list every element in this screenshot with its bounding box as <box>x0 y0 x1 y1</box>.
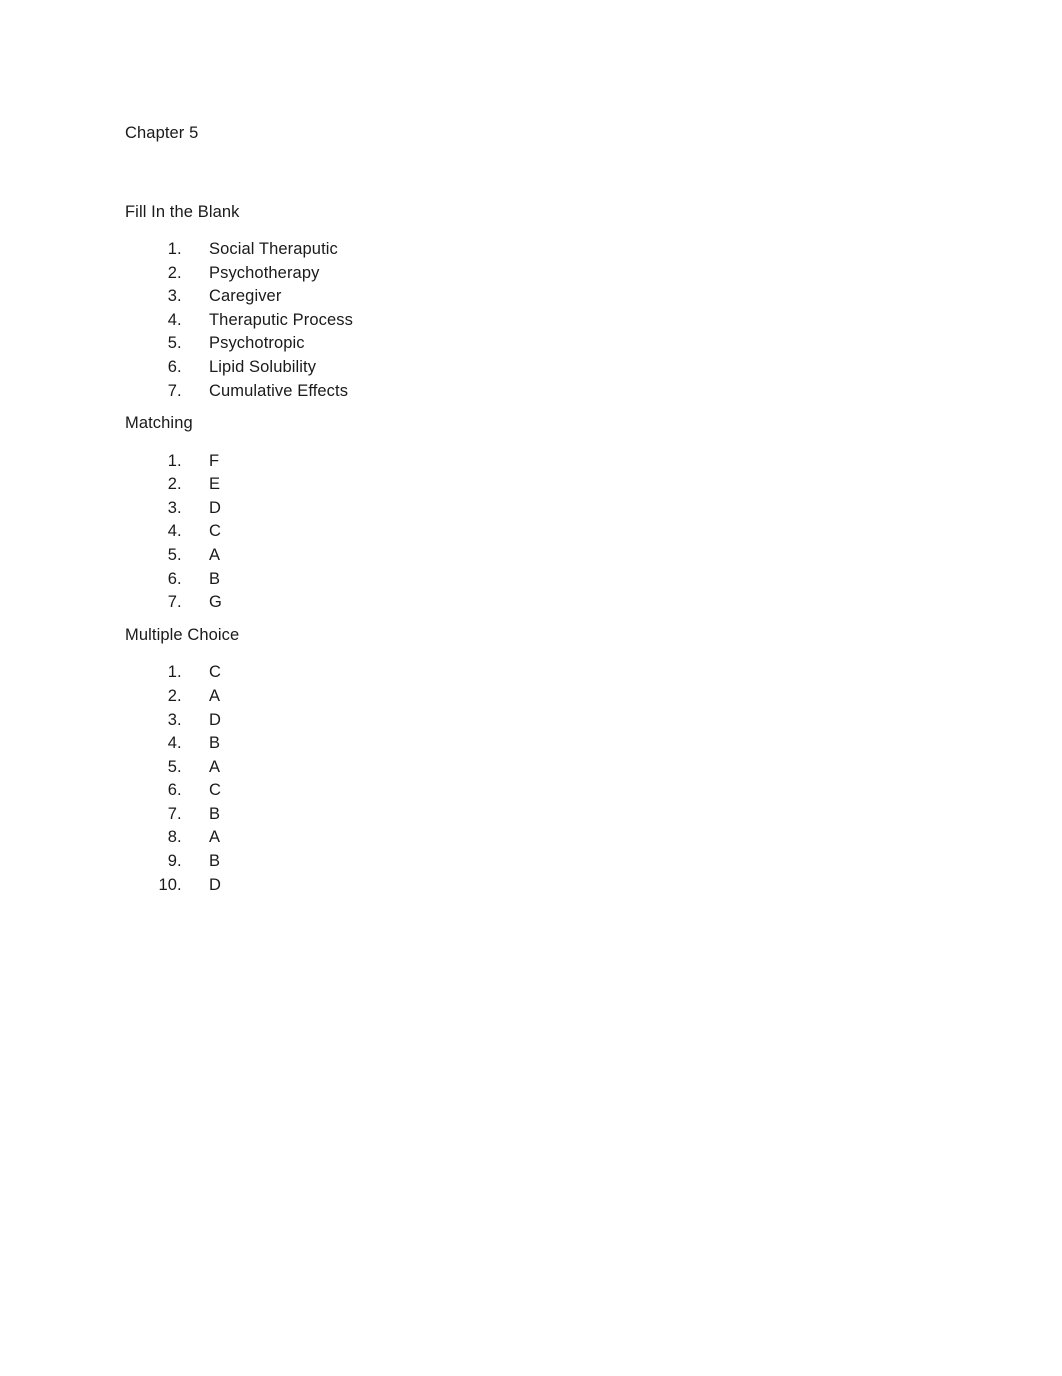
list-item-label: Cumulative Effects <box>209 381 349 400</box>
list-item-label: G <box>209 593 222 612</box>
list-item-label: C <box>209 781 222 800</box>
list-item: 3. D <box>125 709 937 733</box>
list-item-label: F <box>209 451 220 470</box>
list-item-label: A <box>209 828 221 847</box>
section-matching: Matching 1. F 2. E 3. D 4. C 5. A 6. B 7. G <box>125 412 937 615</box>
list-item-number: 7. <box>167 593 182 612</box>
list-item-number: 10. <box>158 875 182 894</box>
list-item-label: A <box>209 757 221 776</box>
page-title: Chapter 5 <box>125 124 199 142</box>
list-item-number: 9. <box>167 852 182 871</box>
list-item-number: 1. <box>167 451 182 470</box>
list-item-number: 3. <box>167 498 182 517</box>
list-item: 4. C <box>125 520 937 544</box>
list-item: 2. A <box>125 685 937 709</box>
list-item-number: 3. <box>167 287 182 306</box>
list-item-number: 1. <box>167 240 182 258</box>
list-item-label: A <box>209 546 221 565</box>
list-item: 3. Caregiver <box>125 285 937 309</box>
list-item-number: 7. <box>167 381 182 400</box>
list-item-label: D <box>209 498 222 517</box>
list-item-number: 5. <box>167 546 182 565</box>
list-item-number: 6. <box>167 781 182 800</box>
list-item-label: D <box>209 710 222 729</box>
list-item: 7. B <box>125 803 937 827</box>
list-item-number: 5. <box>167 757 182 776</box>
list-item-label: C <box>209 663 222 682</box>
list-item-number: 4. <box>167 734 182 753</box>
list-item-number: 4. <box>167 310 182 329</box>
list-item-label: Social Theraputic <box>209 240 338 258</box>
list-item: 7. G <box>125 591 937 615</box>
list-item-number: 6. <box>167 569 182 588</box>
section-heading-matching: Matching <box>125 414 193 433</box>
list-item: 6. C <box>125 779 937 803</box>
list-item: 5. A <box>125 544 937 568</box>
list-item: 10. D <box>125 874 937 898</box>
list-item-number: 3. <box>167 710 182 729</box>
spacer-before-heading-2 <box>125 403 937 412</box>
spacer-after-heading-3 <box>125 647 937 661</box>
list-item-number: 6. <box>167 357 182 376</box>
list-item-number: 8. <box>167 828 182 847</box>
list-item-number: 7. <box>167 804 182 823</box>
list-item-label: Theraputic Process <box>209 310 353 329</box>
list-item-number: 5. <box>167 334 182 353</box>
list-item: 2. Psychotherapy <box>125 262 937 286</box>
list-item-label: Psychotherapy <box>209 263 320 282</box>
list-item: 2. E <box>125 473 937 497</box>
spacer-after-heading-2 <box>125 436 937 450</box>
list-item: 4. Theraputic Process <box>125 309 937 333</box>
list-item-label: E <box>209 475 221 494</box>
section-multiple-choice: Multiple Choice 1. C 2. A 3. D 4. B 5. A 6. C … <box>125 624 937 897</box>
list-item-number: 1. <box>167 663 182 682</box>
list-item: 1. C <box>125 661 937 685</box>
answer-list-multiple-choice: 1. C 2. A 3. D 4. B 5. A 6. C 7. B 8. A 9. B 10. D <box>125 661 937 897</box>
list-item-number: 2. <box>167 475 182 494</box>
list-item: 5. Psychotropic <box>125 332 937 356</box>
spacer-before-heading-3 <box>125 615 937 624</box>
list-item: 7. Cumulative Effects <box>125 380 937 404</box>
document-body: Chapter 5 Fill In the Blank 1. Social The… <box>125 122 937 897</box>
list-item-number: 4. <box>167 522 182 541</box>
section-heading-multiple-choice: Multiple Choice <box>125 625 240 644</box>
list-item: 1. Social Theraputic <box>125 238 937 262</box>
list-item: 1. F <box>125 450 937 474</box>
list-item-number: 2. <box>167 263 182 282</box>
list-item: 3. D <box>125 497 937 521</box>
list-item-label: B <box>209 852 221 871</box>
spacer-after-heading-1 <box>125 224 937 238</box>
answer-list-matching: 1. F 2. E 3. D 4. C 5. A 6. B 7. G <box>125 450 937 615</box>
list-item: 8. A <box>125 826 937 850</box>
list-item: 4. B <box>125 732 937 756</box>
list-item-label: A <box>209 686 221 705</box>
list-item-label: Psychotropic <box>209 334 305 353</box>
list-item: 5. A <box>125 756 937 780</box>
list-item-label: Lipid Solubility <box>209 357 317 376</box>
list-item-label: Caregiver <box>209 287 282 306</box>
list-item-number: 2. <box>167 686 182 705</box>
section-fill-in-the-blank: Fill In the Blank 1. Social Theraputic 2.… <box>125 201 937 404</box>
section-heading-fill-in-the-blank: Fill In the Blank <box>125 202 240 221</box>
list-item-label: B <box>209 734 221 753</box>
document-page: Chapter 5 Fill In the Blank 1. Social The… <box>0 0 1062 1376</box>
spacer-after-title <box>125 146 937 201</box>
list-item-label: B <box>209 569 221 588</box>
list-item-label: B <box>209 804 221 823</box>
list-item-label: D <box>209 875 222 894</box>
list-item: 9. B <box>125 850 937 874</box>
answer-list-fill-in-the-blank: 1. Social Theraputic 2. Psychotherapy 3. Ca… <box>125 238 937 403</box>
list-item: 6. Lipid Solubility <box>125 356 937 380</box>
list-item: 6. B <box>125 568 937 592</box>
list-item-label: C <box>209 522 222 541</box>
